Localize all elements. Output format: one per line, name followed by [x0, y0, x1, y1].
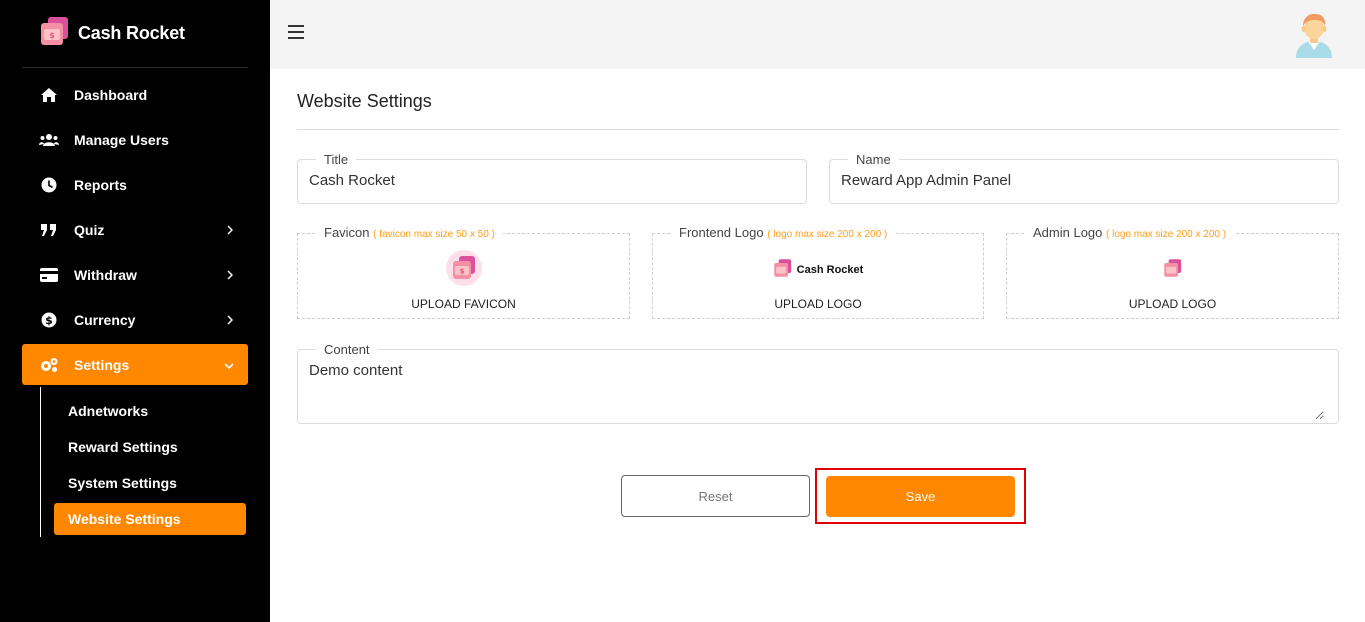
admin-logo-preview[interactable] — [1007, 254, 1338, 286]
admin-logo-upload-box[interactable]: Admin Logo ( logo max size 200 x 200 ) U… — [1006, 225, 1339, 319]
home-icon — [39, 87, 59, 103]
favicon-label: Favicon ( favicon max size 50 x 50 ) — [316, 225, 503, 243]
sidebar-item-currency[interactable]: $ Currency — [22, 297, 248, 342]
sidebar-item-label: Currency — [74, 311, 136, 328]
page-title: Website Settings — [297, 91, 432, 111]
title-field-label: Title — [316, 152, 357, 168]
title-field: Title — [297, 152, 807, 204]
dollar-icon: $ — [39, 312, 59, 328]
settings-submenu: Adnetworks Reward Settings System Settin… — [40, 387, 248, 537]
favicon-image-icon: $ — [445, 249, 482, 291]
sidebar-subitem-website-settings[interactable]: Website Settings — [54, 503, 246, 535]
sidebar-item-label: Settings — [74, 356, 130, 373]
menu-toggle-icon[interactable] — [288, 25, 304, 39]
chevron-down-icon — [224, 357, 234, 373]
admin-logo-size-hint: ( logo max size 200 x 200 ) — [1106, 229, 1227, 240]
sidebar-item-quiz[interactable]: Quiz — [22, 207, 248, 252]
sidebar-item-label: Reports — [74, 176, 127, 193]
sidebar-item-label: Manage Users — [74, 131, 169, 148]
cash-rocket-logo-icon — [773, 258, 793, 283]
sidebar-item-label: Withdraw — [74, 266, 137, 283]
cash-rocket-logo-icon: $ — [40, 15, 70, 52]
upload-admin-logo-button[interactable]: UPLOAD LOGO — [1007, 297, 1338, 311]
favicon-size-hint: ( favicon max size 50 x 50 ) — [373, 229, 495, 240]
reset-button[interactable]: Reset — [621, 475, 810, 517]
credit-card-icon — [39, 267, 59, 282]
brand-name: Cash Rocket — [78, 22, 185, 43]
user-avatar[interactable] — [1293, 10, 1335, 58]
admin-logo-label: Admin Logo ( logo max size 200 x 200 ) — [1025, 225, 1235, 243]
sidebar-item-label: Dashboard — [74, 86, 148, 103]
chevron-right-icon — [226, 222, 234, 238]
cogs-icon — [39, 357, 59, 373]
clock-icon — [39, 177, 59, 193]
content-textarea[interactable]: Demo content — [309, 362, 1324, 420]
sidebar-item-withdraw[interactable]: Withdraw — [22, 252, 248, 297]
chevron-right-icon — [226, 267, 234, 283]
brand[interactable]: $ Cash Rocket — [40, 16, 185, 50]
chevron-right-icon — [226, 312, 234, 328]
sidebar: $ Cash Rocket Dashboard Manage Users Rep… — [0, 0, 270, 622]
quote-icon — [39, 223, 59, 236]
svg-text:$: $ — [45, 314, 53, 327]
frontend-logo-brand-text: Cash Rocket — [796, 264, 864, 276]
save-button[interactable]: Save — [826, 476, 1015, 517]
frontend-logo-preview[interactable]: Cash Rocket — [653, 254, 983, 286]
sidebar-subitem-system-settings[interactable]: System Settings — [40, 465, 248, 501]
name-input[interactable] — [841, 172, 1299, 189]
favicon-upload-box[interactable]: Favicon ( favicon max size 50 x 50 ) $ U… — [297, 225, 630, 319]
sidebar-item-dashboard[interactable]: Dashboard — [22, 72, 248, 117]
sidebar-item-label: Quiz — [74, 221, 105, 238]
topbar — [270, 0, 1365, 69]
name-field: Name — [829, 152, 1339, 204]
frontend-logo-size-hint: ( logo max size 200 x 200 ) — [767, 229, 888, 240]
upload-frontend-logo-button[interactable]: UPLOAD LOGO — [653, 297, 983, 311]
sidebar-nav: Dashboard Manage Users Reports Quiz With… — [22, 72, 248, 537]
frontend-logo-upload-box[interactable]: Frontend Logo ( logo max size 200 x 200 … — [652, 225, 984, 319]
sidebar-item-manage-users[interactable]: Manage Users — [22, 117, 248, 162]
title-divider — [297, 129, 1339, 130]
svg-text:$: $ — [459, 267, 464, 275]
favicon-preview[interactable]: $ — [298, 249, 629, 286]
sidebar-subitem-adnetworks[interactable]: Adnetworks — [40, 393, 248, 429]
title-input[interactable] — [309, 172, 767, 189]
cash-rocket-logo-icon — [1163, 258, 1183, 283]
svg-text:$: $ — [49, 31, 55, 40]
name-field-label: Name — [848, 152, 899, 168]
sidebar-subitem-reward-settings[interactable]: Reward Settings — [40, 429, 248, 465]
frontend-logo-label: Frontend Logo ( logo max size 200 x 200 … — [671, 225, 896, 243]
users-icon — [39, 133, 59, 147]
upload-favicon-button[interactable]: UPLOAD FAVICON — [298, 297, 629, 311]
sidebar-item-settings[interactable]: Settings — [22, 344, 248, 385]
content-field-label: Content — [316, 342, 378, 358]
sidebar-item-reports[interactable]: Reports — [22, 162, 248, 207]
content-field: Content Demo content — [297, 342, 1339, 424]
brand-divider — [22, 67, 248, 68]
